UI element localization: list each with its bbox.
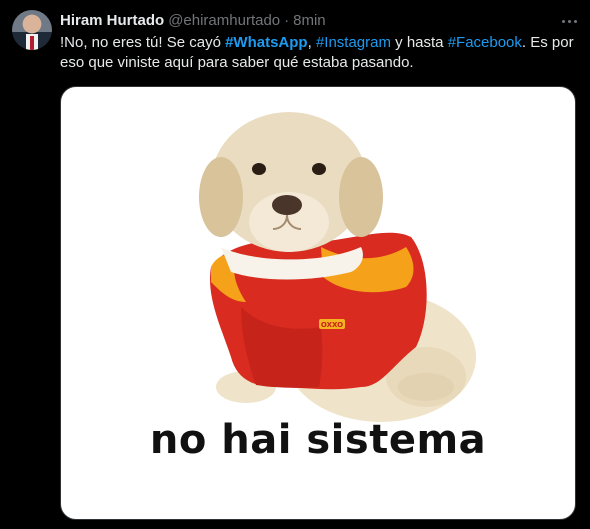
separator-dot: · [284,11,290,29]
author-handle[interactable]: @ehiramhurtado [168,12,280,29]
avatar[interactable] [12,10,52,50]
text-segment: !No, no eres tú! Se cayó [60,34,226,51]
shirt-logo: OXXO [321,321,343,329]
more-options-icon[interactable] [556,8,582,34]
timestamp[interactable]: 8min [293,12,326,29]
author-name[interactable]: Hiram Hurtado [60,12,164,29]
tweet-text: !No, no eres tú! Se cayó #WhatsApp, #Ins… [60,33,580,73]
text-segment: y hasta [390,34,448,51]
tweet[interactable]: Hiram Hurtado @ehiramhurtado · 8min !No,… [0,0,590,529]
hashtag-instagram[interactable]: #Instagram [316,34,391,51]
hashtag-facebook[interactable]: #Facebook [448,34,522,51]
avatar-tie [30,36,34,50]
meme-caption: no hai sistema [149,417,487,463]
tweet-media-image[interactable]: OXXO no hai sistema [60,86,576,520]
hashtag-whatsapp[interactable]: #WhatsApp [225,34,308,51]
text-segment: , [307,34,316,51]
tweet-header: Hiram Hurtado @ehiramhurtado · 8min [60,11,326,29]
